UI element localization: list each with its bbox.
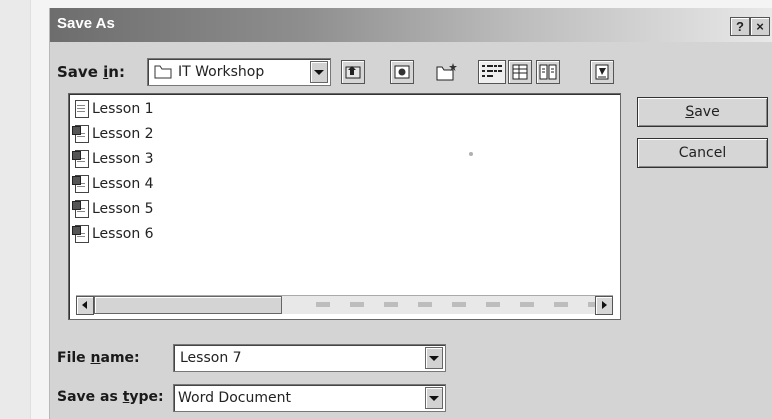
create-new-folder-button[interactable]	[434, 60, 457, 82]
scroll-left-icon[interactable]	[76, 296, 94, 315]
scrollbar-track[interactable]	[316, 302, 596, 307]
list-item[interactable]: Lesson 6	[72, 223, 154, 245]
document-icon	[72, 100, 89, 118]
save-as-dialog: Save As ? × Save in: IT Workshop Lesson …	[50, 8, 772, 419]
chevron-down-icon[interactable]	[425, 347, 443, 369]
list-item[interactable]: Lesson 5	[72, 198, 154, 220]
left-edge-strip	[0, 0, 31, 419]
help-button[interactable]: ?	[730, 17, 750, 36]
save-as-type-label: Save as type:	[57, 389, 164, 405]
up-one-level-icon	[345, 66, 361, 79]
file-name-text: Lesson 3	[92, 151, 154, 167]
folder-icon	[154, 65, 172, 79]
dialog-title: Save As	[57, 15, 115, 32]
save-as-type-dropdown[interactable]: Word Document	[173, 384, 446, 412]
search-web-button[interactable]	[390, 60, 414, 84]
scroll-right-icon[interactable]	[595, 296, 613, 315]
file-name-value: Lesson 7	[180, 350, 242, 366]
create-new-folder-icon	[436, 63, 457, 81]
word-document-icon	[72, 200, 89, 218]
horizontal-scrollbar[interactable]	[76, 295, 613, 315]
chevron-down-icon[interactable]	[310, 61, 328, 83]
list-item[interactable]: Lesson 2	[72, 123, 154, 145]
list-item[interactable]: Lesson 4	[72, 173, 154, 195]
close-button[interactable]: ×	[750, 17, 770, 36]
save-as-type-value: Word Document	[178, 390, 291, 406]
word-document-icon	[72, 125, 89, 143]
file-name-text: Lesson 5	[92, 201, 154, 217]
save-in-dropdown[interactable]: IT Workshop	[147, 58, 331, 86]
search-web-icon	[394, 65, 410, 79]
file-name-text: Lesson 4	[92, 176, 154, 192]
properties-view-button[interactable]	[536, 60, 560, 84]
stray-dot	[469, 152, 473, 156]
tools-button[interactable]	[590, 60, 614, 84]
file-name-text: Lesson 2	[92, 126, 154, 142]
file-name-field[interactable]: Lesson 7	[173, 344, 446, 372]
list-item[interactable]: Lesson 3	[72, 148, 154, 170]
up-one-level-button[interactable]	[341, 60, 365, 84]
scrollbar-thumb[interactable]	[94, 296, 282, 314]
file-name-text: Lesson 6	[92, 226, 154, 242]
word-document-icon	[72, 150, 89, 168]
properties-view-icon	[539, 64, 557, 80]
file-name-text: Lesson 1	[92, 101, 154, 117]
save-button[interactable]: Save	[637, 97, 768, 127]
file-name-label: File name:	[57, 350, 140, 366]
details-view-button[interactable]	[508, 60, 532, 84]
save-in-value: IT Workshop	[178, 64, 265, 80]
save-in-label: Save in:	[57, 63, 125, 81]
tools-icon	[595, 64, 609, 80]
word-document-icon	[72, 225, 89, 243]
title-bar[interactable]: Save As ? ×	[50, 8, 772, 42]
list-view-button[interactable]	[478, 60, 506, 84]
details-view-icon	[512, 64, 528, 80]
list-item[interactable]: Lesson 1	[72, 98, 154, 120]
list-view-icon	[482, 65, 502, 77]
chevron-down-icon[interactable]	[425, 387, 443, 409]
cancel-button[interactable]: Cancel	[637, 138, 768, 168]
word-document-icon	[72, 175, 89, 193]
